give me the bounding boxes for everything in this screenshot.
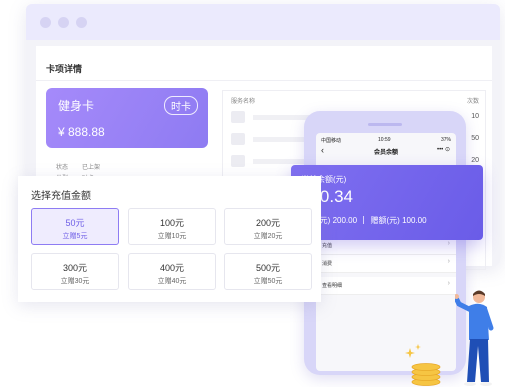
option-gift: 立赠20元 <box>253 233 283 240</box>
recharge-option-300[interactable]: 300元 立赠30元 <box>31 253 119 290</box>
column-header-service: 服务名称 <box>231 99 256 105</box>
chevron-right-icon: › <box>447 280 450 287</box>
option-gift: 立赠50元 <box>253 278 283 285</box>
row-count: 10 <box>471 113 479 120</box>
phone-item-label: 消费 <box>322 261 333 267</box>
phone-mockup: 中国移动 10:59 37% ‹ 会员余额 ••• ⊙ 充值 › 消费 › 查看明细… <box>304 111 466 375</box>
recharge-option-500[interactable]: 500元 立赠50元 <box>224 253 312 290</box>
option-amount: 300元 <box>62 263 88 273</box>
option-gift: 立赠5元 <box>62 233 88 240</box>
principal-value: 200.00 <box>332 216 358 225</box>
option-amount: 200元 <box>255 218 281 228</box>
option-amount: 400元 <box>159 263 185 273</box>
card-price: ¥ 888.88 <box>58 125 105 139</box>
chevron-right-icon: › <box>447 258 450 265</box>
divider <box>363 216 365 224</box>
row-thumbnail <box>231 111 245 123</box>
option-gift: 立赠40元 <box>157 278 187 285</box>
card-type-badge: 时卡 <box>164 96 198 115</box>
chevron-right-icon: › <box>447 240 450 247</box>
recharge-option-400[interactable]: 400元 立赠40元 <box>128 253 216 290</box>
recharge-option-50[interactable]: 50元 立赠5元 <box>31 208 119 245</box>
option-amount: 100元 <box>159 218 185 228</box>
gift-value: 100.00 <box>402 216 427 225</box>
row-placeholder <box>253 115 313 120</box>
more-icon[interactable]: ••• ⊙ <box>437 146 450 153</box>
row-count: 50 <box>471 135 479 142</box>
person-illustration <box>455 290 494 386</box>
gift-label: 赠额(元) <box>370 216 400 225</box>
phone-item-label: 查看明细 <box>322 283 343 289</box>
phone-nav-title: 会员余额 <box>373 150 398 156</box>
window-titlebar <box>26 4 500 40</box>
option-gift: 立赠10元 <box>157 233 187 240</box>
phone-item-details[interactable]: 查看明细 › <box>316 277 456 295</box>
phone-item-label: 充值 <box>322 243 333 249</box>
status-time: 10:59 <box>378 137 391 143</box>
membership-card[interactable]: 健身卡 时卡 ¥ 888.88 <box>46 88 208 148</box>
divider <box>36 80 492 81</box>
card-info-label: 状态 <box>56 165 69 171</box>
row-thumbnail <box>231 155 245 167</box>
option-amount: 500元 <box>255 263 281 273</box>
phone-speaker <box>368 123 402 126</box>
recharge-option-200[interactable]: 200元 立赠20元 <box>224 208 312 245</box>
option-amount: 50元 <box>65 218 85 228</box>
row-count: 20 <box>471 157 479 164</box>
option-gift: 立赠30元 <box>60 278 90 285</box>
more-dots: ••• <box>436 147 444 153</box>
column-header-count: 次数 <box>466 99 479 105</box>
page-title: 卡项详情 <box>46 64 83 74</box>
status-carrier: 中国移动 <box>321 138 342 144</box>
window-dot-icon <box>76 17 87 28</box>
recharge-panel: 选择充值金额 50元 立赠5元 100元 立赠10元 200元 立赠20元 30… <box>18 176 321 302</box>
window-dot-icon <box>58 17 69 28</box>
phone-item-consume[interactable]: 消费 › <box>316 255 456 273</box>
card-name: 健身卡 <box>58 99 95 113</box>
row-thumbnail <box>231 133 245 145</box>
recharge-option-100[interactable]: 100元 立赠10元 <box>128 208 216 245</box>
recharge-title: 选择充值金额 <box>31 191 91 202</box>
card-info-value: 已上架 <box>82 165 101 171</box>
coins-illustration <box>405 344 441 386</box>
card-info-row: 状态 已上架 <box>56 162 100 171</box>
window-dot-icon <box>40 17 51 28</box>
status-battery: 37% <box>440 137 451 143</box>
